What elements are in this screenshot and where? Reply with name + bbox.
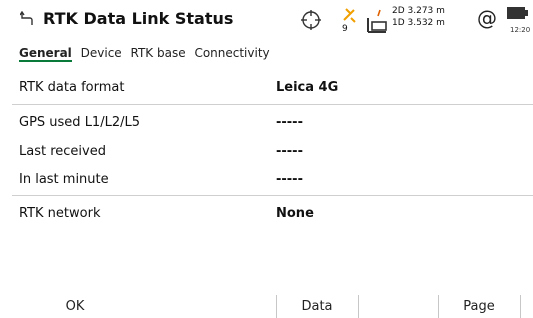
clock: 12:20 <box>510 26 531 34</box>
row-value: ----- <box>276 115 303 130</box>
satellite-icon[interactable] <box>340 6 360 24</box>
crosshair-icon[interactable] <box>300 9 322 31</box>
title-bar: RTK Data Link Status 9 2D 3.273 m 1D 3.5… <box>0 0 533 44</box>
softkey-bar: OK Data Page <box>0 295 533 318</box>
row-gps-used: GPS used L1/L2/L5 ----- <box>0 109 533 137</box>
softkey-divider <box>358 295 359 318</box>
row-label: RTK data format <box>19 80 125 95</box>
row-label: In last minute <box>19 172 109 187</box>
softkey-divider <box>520 295 521 318</box>
row-last-received: Last received ----- <box>0 138 533 166</box>
row-rtk-network: RTK network None <box>0 200 533 228</box>
divider <box>12 104 533 105</box>
row-rtk-data-format: RTK data format Leica 4G <box>0 74 533 102</box>
row-value: ----- <box>276 144 303 159</box>
row-label: GPS used L1/L2/L5 <box>19 115 140 130</box>
tab-rtk-base[interactable]: RTK base <box>131 46 186 60</box>
tab-device[interactable]: Device <box>81 46 122 60</box>
at-icon[interactable]: @ <box>477 6 497 30</box>
row-label: RTK network <box>19 206 101 221</box>
page-button[interactable]: Page <box>439 295 519 318</box>
quality-1d-readout: 1D 3.532 m <box>392 18 445 28</box>
battery-icon[interactable] <box>506 6 528 20</box>
row-value: None <box>276 206 314 221</box>
divider <box>12 195 533 196</box>
row-in-last-minute: In last minute ----- <box>0 166 533 194</box>
row-value: Leica 4G <box>276 80 339 95</box>
rtk-link-icon[interactable] <box>366 8 388 34</box>
ok-button[interactable]: OK <box>30 295 120 318</box>
back-arrow-icon[interactable] <box>20 11 34 27</box>
tab-general[interactable]: General <box>19 46 72 62</box>
satellite-count: 9 <box>342 24 348 34</box>
quality-2d-readout: 2D 3.273 m <box>392 6 445 16</box>
row-label: Last received <box>19 144 106 159</box>
data-button[interactable]: Data <box>277 295 357 318</box>
tab-connectivity[interactable]: Connectivity <box>194 46 269 60</box>
page-title: RTK Data Link Status <box>43 9 234 28</box>
tab-bar: General Device RTK base Connectivity <box>19 46 275 66</box>
row-value: ----- <box>276 172 303 187</box>
